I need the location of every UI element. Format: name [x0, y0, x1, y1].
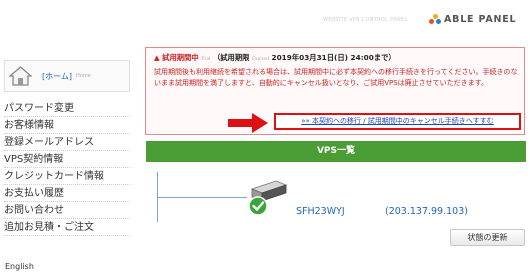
notice-title-main: （試用期限	[212, 53, 250, 62]
home-link[interactable]: [ホーム]	[42, 71, 72, 82]
home-sublabel: Home	[76, 73, 91, 79]
notice-body: 試用期間後も利用継続を希望される場合は、試用期間中に必ず本契約への移行手続きを行…	[154, 68, 518, 87]
home-icon	[9, 66, 32, 86]
contract-migration-link[interactable]: »» 本契約への移行 / 試用期間中のキャンセル手続きへすすむ	[274, 113, 521, 130]
sidebar-item-payment-history[interactable]: お支払い履歴	[4, 185, 130, 202]
brand-logo[interactable]: ABLE PANEL	[429, 14, 516, 25]
sidebar-item-credit-card[interactable]: クレジットカード情報	[4, 168, 130, 185]
refresh-status-button[interactable]: 状態の更新	[450, 229, 525, 246]
sidebar-item-customer-info[interactable]: お客様情報	[4, 117, 130, 134]
able-panel-logo-icon	[429, 14, 441, 25]
sidebar-item-contact[interactable]: お問い合わせ	[4, 202, 130, 219]
header-subtitle: WEBSITE VPS CONTROL PANEL	[323, 17, 408, 23]
sidebar-item-password[interactable]: パスワード変更	[4, 100, 130, 117]
notice-title-main-small: Expired	[251, 57, 269, 62]
server-icon[interactable]	[246, 179, 288, 217]
language-link[interactable]: English	[5, 262, 34, 271]
sidebar-item-email[interactable]: 登録メールアドレス	[4, 134, 130, 151]
notice-title-prefix-small: Trial	[201, 57, 211, 62]
tree-line-horizontal	[157, 197, 247, 198]
sidebar-item-vps-contract[interactable]: VPS契約情報	[4, 151, 130, 168]
notice-title-date: 2019年03月31日(日) 24:00まで）	[271, 53, 396, 62]
home-box[interactable]: [ホーム] Home	[4, 60, 130, 92]
sidebar-menu: パスワード変更 お客様情報 登録メールアドレス VPS契約情報 クレジットカード…	[4, 100, 130, 236]
warning-icon: ▲	[154, 53, 160, 62]
vps-name-link[interactable]: SFH23WYJ	[296, 206, 345, 217]
vps-list-header: VPS一覧	[146, 141, 526, 162]
trial-notice: ▲ 試用期間中 Trial （試用期限 Expired 2019年03月31日(…	[145, 47, 525, 135]
brand-name: ABLE PANEL	[444, 14, 517, 25]
sidebar-item-quote-order[interactable]: 追加お見積・ご注文	[4, 219, 130, 236]
arrow-right-icon	[228, 113, 268, 133]
vps-ip-address[interactable]: (203.137.99.103)	[385, 206, 468, 217]
notice-title-prefix: 試用期間中	[162, 53, 199, 62]
notice-title: ▲ 試用期間中 Trial （試用期限 Expired 2019年03月31日(…	[154, 53, 530, 63]
